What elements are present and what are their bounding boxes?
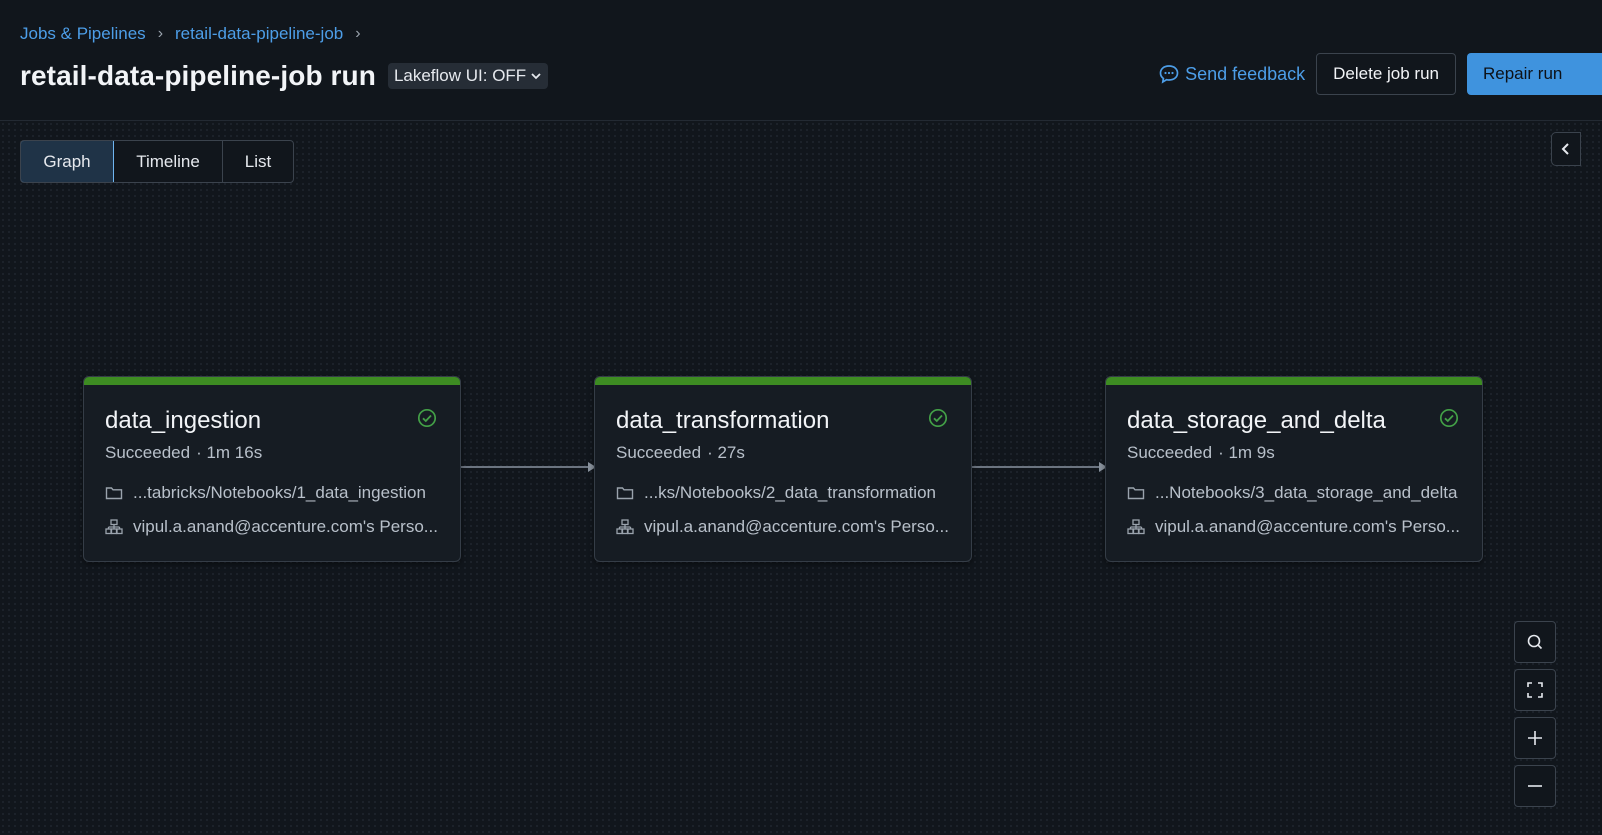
lakeflow-ui-toggle[interactable]: Lakeflow UI: OFF xyxy=(387,63,549,89)
cluster-owner-text: vipul.a.anand@accenture.com's Perso... xyxy=(644,517,949,536)
cluster-icon xyxy=(616,519,634,535)
cluster-owner-text: vipul.a.anand@accenture.com's Perso... xyxy=(133,517,438,536)
task-duration: · 1m 16s xyxy=(196,443,263,462)
repair-run-button[interactable]: Repair run xyxy=(1467,53,1602,95)
status-bar xyxy=(84,377,460,385)
task-cluster: vipul.a.anand@accenture.com's Perso... xyxy=(1127,517,1460,537)
lakeflow-label: Lakeflow UI: OFF xyxy=(393,66,527,85)
header-actions: Send feedback Delete job run Repair run xyxy=(1158,53,1602,95)
page-header: Jobs & Pipelines › retail-data-pipeline-… xyxy=(0,0,1602,121)
check-circle-icon xyxy=(417,408,437,428)
search-icon xyxy=(1527,634,1543,650)
notebook-path-text: ...Notebooks/3_data_storage_and_delta xyxy=(1155,483,1458,502)
dag-edge xyxy=(972,466,1099,468)
dag-edge xyxy=(461,466,588,468)
task-duration: · 1m 9s xyxy=(1218,443,1275,462)
tab-graph[interactable]: Graph xyxy=(21,141,114,182)
chevron-right-icon: › xyxy=(157,25,164,42)
title-row: retail-data-pipeline-job run Lakeflow UI… xyxy=(20,60,549,92)
check-circle-icon xyxy=(928,408,948,428)
folder-icon xyxy=(105,487,123,500)
zoom-in-button[interactable] xyxy=(1514,717,1556,759)
status-text: Succeeded xyxy=(616,443,702,462)
fit-view-icon xyxy=(1527,682,1543,698)
chevron-down-icon xyxy=(531,73,541,80)
folder-icon xyxy=(616,487,634,500)
send-feedback-link[interactable]: Send feedback xyxy=(1158,63,1305,85)
folder-icon xyxy=(1127,487,1145,500)
chevron-right-icon: › xyxy=(355,25,361,42)
task-duration: · 27s xyxy=(707,443,745,462)
collapse-panel-icon xyxy=(1561,143,1569,155)
send-feedback-label: Send feedback xyxy=(1185,63,1306,84)
cluster-owner-text: vipul.a.anand@accenture.com's Perso... xyxy=(1155,517,1460,536)
task-cluster: vipul.a.anand@accenture.com's Perso... xyxy=(616,517,949,537)
task-name: data_ingestion xyxy=(105,407,262,434)
status-bar xyxy=(1106,377,1482,385)
zoom-out-icon xyxy=(1528,785,1542,787)
cluster-icon xyxy=(105,519,123,535)
feedback-icon xyxy=(1159,65,1179,84)
task-status: Succeeded · 27s xyxy=(616,443,745,463)
page-title: retail-data-pipeline-job run xyxy=(20,60,376,91)
breadcrumb-job[interactable]: retail-data-pipeline-job xyxy=(175,24,343,44)
task-node-data-transformation[interactable]: data_transformation Succeeded · 27s ...ks… xyxy=(594,376,972,562)
status-bar xyxy=(595,377,971,385)
check-circle-icon xyxy=(1439,408,1459,428)
search-graph-button[interactable] xyxy=(1514,621,1556,663)
task-node-data-storage-and-delta[interactable]: data_storage_and_delta Succeeded · 1m 9s … xyxy=(1105,376,1483,562)
task-status: Succeeded · 1m 16s xyxy=(105,443,262,463)
zoom-in-icon xyxy=(1528,731,1542,745)
zoom-out-button[interactable] xyxy=(1514,765,1556,807)
collapse-panel-button[interactable] xyxy=(1551,132,1581,166)
notebook-path-text: ...ks/Notebooks/2_data_transformation xyxy=(644,483,936,502)
breadcrumb-jobs-pipelines[interactable]: Jobs & Pipelines xyxy=(20,24,146,44)
notebook-path-text: ...tabricks/Notebooks/1_data_ingestion xyxy=(133,483,426,502)
task-status: Succeeded · 1m 9s xyxy=(1127,443,1275,463)
task-name: data_storage_and_delta xyxy=(1127,407,1386,434)
tab-list[interactable]: List xyxy=(223,141,293,182)
task-notebook-path: ...tabricks/Notebooks/1_data_ingestion xyxy=(105,483,426,503)
task-cluster: vipul.a.anand@accenture.com's Perso... xyxy=(105,517,438,537)
breadcrumb: Jobs & Pipelines › retail-data-pipeline-… xyxy=(20,24,373,44)
tab-timeline[interactable]: Timeline xyxy=(114,141,223,182)
cluster-icon xyxy=(1127,519,1145,535)
delete-job-run-button[interactable]: Delete job run xyxy=(1316,53,1456,95)
task-notebook-path: ...Notebooks/3_data_storage_and_delta xyxy=(1127,483,1457,503)
fit-view-button[interactable] xyxy=(1514,669,1556,711)
status-text: Succeeded xyxy=(105,443,191,462)
view-toggle: Graph Timeline List xyxy=(20,140,294,183)
task-node-data-ingestion[interactable]: data_ingestion Succeeded · 1m 16s ...tabr… xyxy=(83,376,461,562)
status-text: Succeeded xyxy=(1127,443,1213,462)
task-name: data_transformation xyxy=(616,407,830,434)
task-notebook-path: ...ks/Notebooks/2_data_transformation xyxy=(616,483,936,503)
